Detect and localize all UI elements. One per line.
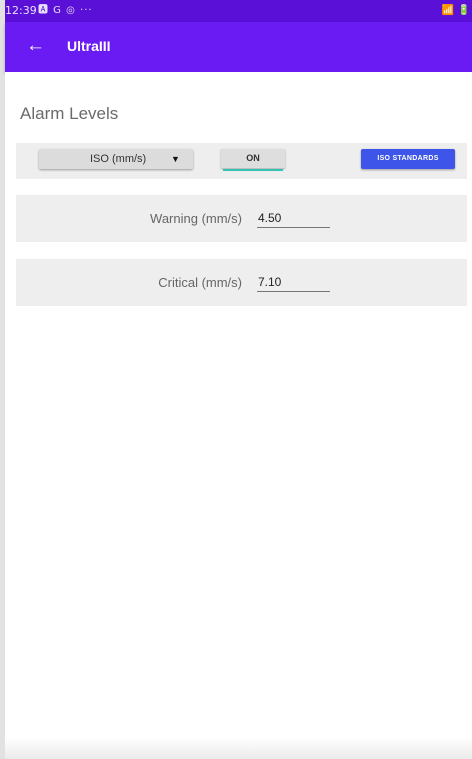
critical-input[interactable] [257, 272, 330, 292]
warning-input[interactable] [257, 208, 330, 228]
critical-label: Critical (mm/s) [158, 275, 242, 290]
system-status-icons: 📶 🔋 [441, 5, 470, 16]
bottom-edge [5, 737, 472, 759]
unit-select[interactable]: ISO (mm/s) ▼ [39, 149, 193, 169]
on-toggle-button[interactable]: ON [221, 149, 285, 171]
warning-row: Warning (mm/s) [16, 195, 467, 242]
controls-row: ISO (mm/s) ▼ ON ISO STANDARDS [16, 143, 467, 179]
iso-standards-button[interactable]: ISO STANDARDS [361, 149, 455, 169]
main-content: Alarm Levels ISO (mm/s) ▼ ON ISO STANDAR… [5, 72, 472, 759]
app-title: UltraIII [67, 38, 111, 54]
status-bar: 12:39 🅰 G ◎ ··· 📶 🔋 [5, 0, 472, 22]
unit-select-value: ISO (mm/s) [90, 153, 147, 165]
notification-icons: 🅰 G ◎ ··· [38, 5, 93, 16]
toggle-label: ON [246, 153, 260, 163]
back-arrow-icon[interactable]: ← [26, 34, 45, 58]
status-time: 12:39 [5, 4, 37, 17]
caret-down-icon: ▼ [171, 154, 180, 164]
alarm-levels-title: Alarm Levels [20, 104, 119, 123]
critical-row: Critical (mm/s) [16, 259, 467, 306]
warning-label: Warning (mm/s) [150, 211, 242, 226]
app-bar: ← UltraIII [5, 22, 472, 72]
toggle-active-indicator [223, 169, 283, 171]
